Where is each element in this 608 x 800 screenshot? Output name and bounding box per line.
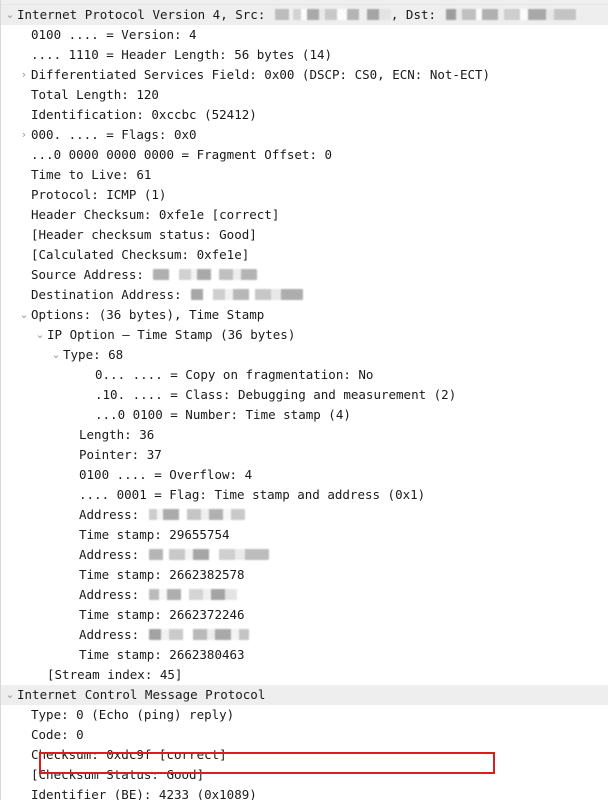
detail-row-total-length[interactable]: Total Length: 120 [1, 85, 608, 105]
detail-row-version[interactable]: 0100 .... = Version: 4 [1, 25, 608, 45]
detail-row-option-class[interactable]: .10. .... = Class: Debugging and measure… [1, 385, 608, 405]
detail-row-option-overflow[interactable]: 0100 .... = Overflow: 4 [1, 465, 608, 485]
detail-row-label: Internet Protocol Version 4, Src: , Dst: [1, 5, 576, 25]
detail-row-destination-address[interactable]: Destination Address: [1, 285, 608, 305]
detail-row-option-pointer[interactable]: Pointer: 37 [1, 445, 608, 465]
detail-row-label: Header Checksum: 0xfe1e [correct] [31, 207, 280, 222]
detail-row-label: Internet Control Message Protocol [17, 687, 266, 702]
detail-row-icmp-checksum-status[interactable]: [Checksum Status: Good] [1, 765, 608, 785]
detail-row-copy-on-fragmentation[interactable]: 0... .... = Copy on fragmentation: No [1, 365, 608, 385]
detail-row-label: Protocol: ICMP (1) [31, 187, 167, 202]
detail-row-option-flag[interactable]: .... 0001 = Flag: Time stamp and address… [1, 485, 608, 505]
detail-row-label: Code: 0 [31, 727, 84, 742]
detail-row-label: [Checksum Status: Good] [31, 767, 205, 782]
detail-row-protocol[interactable]: Protocol: ICMP (1) [1, 185, 608, 205]
chevron-down-icon[interactable] [3, 685, 17, 705]
detail-row-label: Type: 0 (Echo (ping) reply) [31, 707, 235, 722]
detail-row-label: Pointer: 37 [79, 447, 162, 462]
detail-row-label: Options: (36 bytes), Time Stamp [31, 307, 265, 322]
detail-row-ts-address-4[interactable]: Address: [1, 625, 608, 645]
detail-row-options[interactable]: Options: (36 bytes), Time Stamp [1, 305, 608, 325]
chevron-down-icon[interactable] [3, 5, 17, 25]
detail-row-label: Address: [1, 505, 245, 525]
detail-row-stream-index[interactable]: [Stream index: 45] [1, 665, 608, 685]
detail-row-identifier-be[interactable]: Identifier (BE): 4233 (0x1089) [1, 785, 608, 800]
detail-row-ipv4[interactable]: Internet Protocol Version 4, Src: , Dst: [1, 5, 608, 25]
detail-row-fragment-offset[interactable]: ...0 0000 0000 0000 = Fragment Offset: 0 [1, 145, 608, 165]
detail-row-ts-value-4[interactable]: Time stamp: 2662380463 [1, 645, 608, 665]
detail-row-label: Address: [1, 625, 249, 645]
detail-row-label: 0100 .... = Overflow: 4 [79, 467, 253, 482]
detail-row-option-number[interactable]: ...0 0100 = Number: Time stamp (4) [1, 405, 608, 425]
chevron-down-icon[interactable] [49, 345, 63, 365]
address-3-redacted [148, 589, 237, 600]
detail-row-label: Identification: 0xccbc (52412) [31, 107, 257, 122]
address-2-redacted [148, 549, 269, 560]
detail-row-flags[interactable]: 000. .... = Flags: 0x0 [1, 125, 608, 145]
detail-row-dsfield[interactable]: Differentiated Services Field: 0x00 (DSC… [1, 65, 608, 85]
detail-row-label: Time stamp: 2662380463 [79, 647, 245, 662]
chevron-down-icon[interactable] [17, 305, 31, 325]
detail-row-source-address[interactable]: Source Address: [1, 265, 608, 285]
dst-address-redacted [445, 9, 576, 20]
detail-row-header-checksum-status[interactable]: [Header checksum status: Good] [1, 225, 608, 245]
detail-row-label: Address: [1, 585, 237, 605]
detail-row-label: .... 1110 = Header Length: 56 bytes (14) [31, 47, 333, 62]
detail-row-option-type[interactable]: Type: 68 [1, 345, 608, 365]
chevron-down-icon[interactable] [33, 325, 47, 345]
detail-row-icmp[interactable]: Internet Control Message Protocol [1, 685, 608, 705]
detail-row-ts-value-1[interactable]: Time stamp: 29655754 [1, 525, 608, 545]
detail-row-label: Length: 36 [79, 427, 155, 442]
detail-row-identification[interactable]: Identification: 0xccbc (52412) [1, 105, 608, 125]
detail-row-label: Time stamp: 29655754 [79, 527, 230, 542]
detail-row-header-length[interactable]: .... 1110 = Header Length: 56 bytes (14) [1, 45, 608, 65]
source-address-redacted [153, 269, 258, 280]
detail-row-ip-option-timestamp[interactable]: IP Option – Time Stamp (36 bytes) [1, 325, 608, 345]
detail-row-label: Checksum: 0xdc9f [correct] [31, 747, 227, 762]
detail-row-ts-address-3[interactable]: Address: [1, 585, 608, 605]
detail-row-calculated-checksum[interactable]: [Calculated Checksum: 0xfe1e] [1, 245, 608, 265]
detail-row-option-length[interactable]: Length: 36 [1, 425, 608, 445]
address-1-redacted [148, 509, 245, 520]
detail-row-label: Time to Live: 61 [31, 167, 152, 182]
detail-row-label: 0100 .... = Version: 4 [31, 27, 197, 42]
detail-row-ts-address-2[interactable]: Address: [1, 545, 608, 565]
detail-row-icmp-type[interactable]: Type: 0 (Echo (ping) reply) [1, 705, 608, 725]
detail-row-label: Destination Address: [1, 285, 304, 305]
detail-row-label: [Stream index: 45] [47, 667, 183, 682]
src-address-redacted [274, 9, 391, 20]
detail-row-label: Identifier (BE): 4233 (0x1089) [31, 787, 257, 800]
detail-row-label: .... 0001 = Flag: Time stamp and address… [79, 487, 426, 502]
detail-row-ts-address-1[interactable]: Address: [1, 505, 608, 525]
detail-row-icmp-checksum[interactable]: Checksum: 0xdc9f [correct] [1, 745, 608, 765]
detail-row-label: Differentiated Services Field: 0x00 (DSC… [31, 67, 491, 82]
detail-row-icmp-code[interactable]: Code: 0 [1, 725, 608, 745]
chevron-right-icon[interactable] [17, 125, 31, 145]
address-4-redacted [148, 629, 249, 640]
destination-address-redacted [191, 289, 304, 300]
detail-row-label: Address: [1, 545, 269, 565]
detail-row-label: Total Length: 120 [31, 87, 159, 102]
detail-row-label: Time stamp: 2662382578 [79, 567, 245, 582]
chevron-right-icon[interactable] [17, 65, 31, 85]
detail-row-label: .10. .... = Class: Debugging and measure… [95, 387, 457, 402]
detail-row-label: 0... .... = Copy on fragmentation: No [95, 367, 374, 382]
detail-row-label: ...0 0100 = Number: Time stamp (4) [95, 407, 351, 422]
detail-row-header-checksum[interactable]: Header Checksum: 0xfe1e [correct] [1, 205, 608, 225]
detail-row-label: Source Address: [1, 265, 258, 285]
detail-row-label: [Header checksum status: Good] [31, 227, 257, 242]
detail-row-label: ...0 0000 0000 0000 = Fragment Offset: 0 [31, 147, 333, 162]
packet-details-pane[interactable]: Internet Protocol Version 4, Src: , Dst:… [0, 0, 608, 800]
detail-row-label: [Calculated Checksum: 0xfe1e] [31, 247, 250, 262]
detail-row-label: Time stamp: 2662372246 [79, 607, 245, 622]
packet-detail-tree[interactable]: Internet Protocol Version 4, Src: , Dst:… [1, 5, 608, 800]
detail-row-time-to-live[interactable]: Time to Live: 61 [1, 165, 608, 185]
detail-row-ts-value-2[interactable]: Time stamp: 2662382578 [1, 565, 608, 585]
detail-row-ts-value-3[interactable]: Time stamp: 2662372246 [1, 605, 608, 625]
